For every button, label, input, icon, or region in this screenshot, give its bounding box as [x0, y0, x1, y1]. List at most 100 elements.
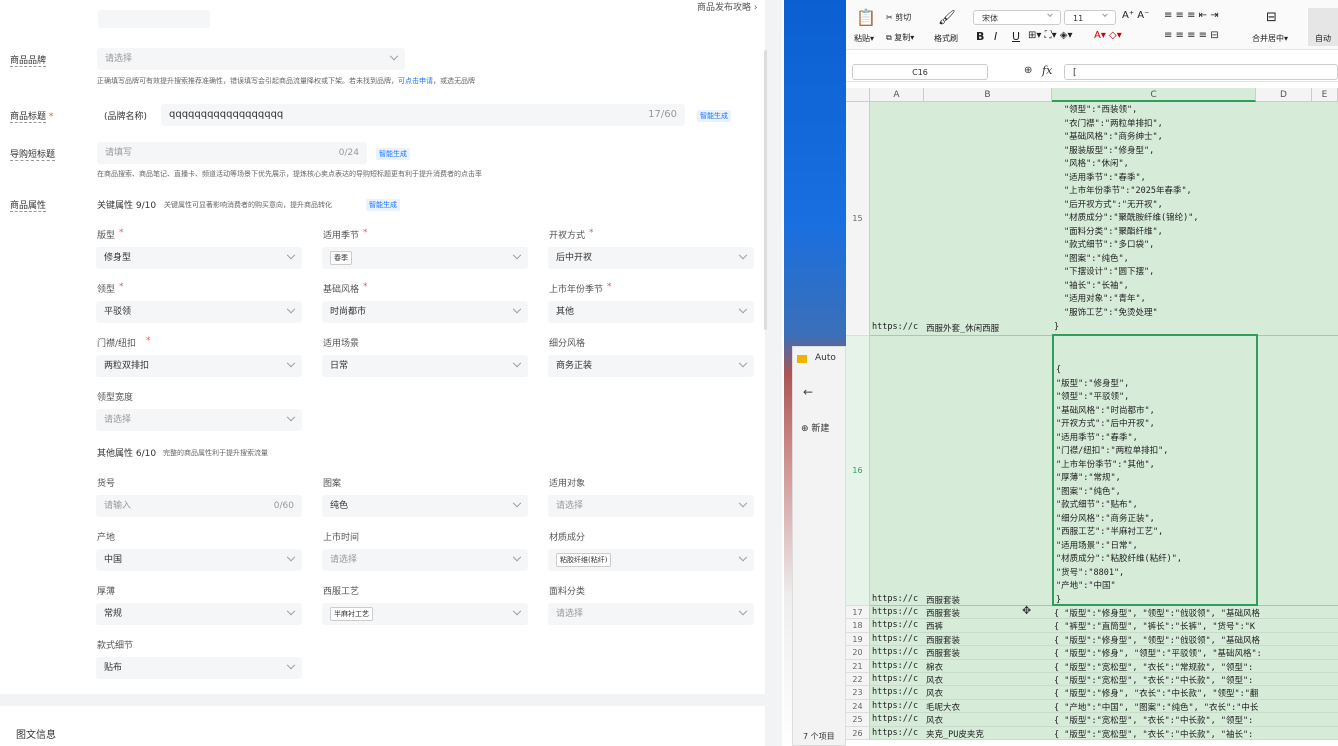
row-col-c[interactable]: { "版型":"宽松型", "衣长":"中长款", "袖长":	[1054, 728, 1338, 740]
row15-col-a[interactable]: https://c	[872, 322, 924, 332]
row15-col-c[interactable]: "领型":"西装领", "衣门襟":"两粒单排扣", "基础风格":"商务绅士", "…	[1064, 104, 1254, 320]
row-header-16[interactable]: 16	[846, 336, 870, 606]
field-input[interactable]: 请输入 0/60	[96, 495, 302, 517]
title-input[interactable]: qqqqqqqqqqqqqqqqqq 17/60	[161, 104, 685, 126]
row16-col-c[interactable]: {"版型":"修身型", "领型":"平驳领", "基础风格":"时尚都市", "开衩…	[1056, 364, 1254, 607]
row-col-a[interactable]: https://c	[872, 634, 924, 644]
formula-input[interactable]: [	[1064, 64, 1338, 80]
paste-button[interactable]: 粘贴▾	[854, 33, 874, 44]
field-select[interactable]: 日常	[322, 355, 528, 377]
col-header-e[interactable]: E	[1312, 88, 1338, 102]
col-header-a[interactable]: A	[870, 88, 924, 102]
field-select[interactable]: 常规	[96, 603, 302, 625]
border-icon[interactable]: ⊞▾ ⛶▾ ◈▾	[1028, 30, 1073, 41]
field-select[interactable]: 后中开衩	[548, 247, 754, 269]
field-select[interactable]: 中国	[96, 549, 302, 571]
row-col-c[interactable]: { "版型":"修身", "衣长":"中长款", "领型":"翻	[1054, 687, 1338, 699]
row-col-b[interactable]: 夹克_PU皮夹克	[926, 728, 1050, 740]
row-col-c[interactable]: { "版型":"宽松型", "衣长":"中长款", "领型":	[1054, 674, 1338, 686]
row-col-a[interactable]: https://c	[872, 620, 924, 630]
row-header[interactable]: 21	[846, 659, 870, 673]
row-col-c[interactable]: { "版型":"宽松型", "衣长":"中长款", "领型":	[1054, 714, 1338, 726]
field-select[interactable]: 请选择	[96, 409, 302, 431]
merge-icon[interactable]: ⊟	[1266, 10, 1277, 25]
row-header[interactable]: 18	[846, 619, 870, 633]
auto-wrap-button[interactable]: 自动	[1308, 8, 1338, 46]
row16-col-b[interactable]: 西服套装	[926, 594, 1050, 606]
row-col-a[interactable]: https://c	[872, 607, 924, 617]
copy-button[interactable]: ⧉ 复制▾	[886, 32, 914, 43]
format-painter-button[interactable]: 格式刷	[934, 33, 958, 44]
merge-center-button[interactable]: 合并居中▾	[1252, 33, 1288, 44]
row-col-c[interactable]: { "版型":"修身", "领型":"平驳领", "基础风格":	[1054, 647, 1338, 659]
row-col-a[interactable]: https://c	[872, 701, 924, 711]
row-header[interactable]: 23	[846, 686, 870, 700]
field-select[interactable]: 商务正装	[548, 355, 754, 377]
format-painter-icon[interactable]: 🖌	[938, 10, 956, 26]
row-header-15[interactable]: 15	[846, 102, 870, 336]
row-col-c[interactable]: { "产地":"中国", "图案":"纯色", "衣长":"中长	[1054, 701, 1338, 713]
bold-icon[interactable]: B	[976, 30, 984, 43]
publish-guide-link[interactable]: 商品发布攻略 ›	[697, 0, 757, 13]
row-col-c[interactable]: { "版型":"修身型", "领型":"戗驳领", "基础风格	[1054, 607, 1338, 619]
row-col-a[interactable]: https://c	[872, 714, 924, 724]
scrollbar[interactable]	[764, 50, 767, 330]
row-col-a[interactable]: https://c	[872, 661, 924, 671]
new-button[interactable]: ⊕ 新建	[801, 421, 829, 434]
align-icons[interactable]: ≡ ≡ ≡ ⇤ ⇥	[1164, 10, 1219, 21]
row-col-b[interactable]: 西服套装	[926, 607, 1050, 619]
cell-reference-box[interactable]: C16	[852, 64, 988, 80]
field-select[interactable]: 其他	[548, 301, 754, 323]
field-select[interactable]: 粘胶纤维(粘纤)	[548, 549, 754, 571]
row-header[interactable]: 22	[846, 673, 870, 687]
row-col-c[interactable]: { "裤型":"直筒型", "裤长":"长裤", "货号":"K	[1054, 620, 1338, 632]
row-col-c[interactable]: { "版型":"修身型", "领型":"戗驳领", "基础风格	[1054, 634, 1338, 646]
font-color-icon[interactable]: A▾ ◇▾	[1094, 30, 1122, 41]
row-header[interactable]: 17	[846, 606, 870, 620]
row-col-b[interactable]: 毛呢大衣	[926, 701, 1050, 713]
corner-cell[interactable]	[846, 88, 870, 102]
brand-select[interactable]: 请选择	[97, 48, 405, 70]
field-select[interactable]: 纯色	[322, 495, 528, 517]
partial-input[interactable]	[98, 10, 210, 28]
row-col-b[interactable]: 西服套装	[926, 634, 1050, 646]
row-col-c[interactable]: { "版型":"宽松型", "衣长":"常规款", "领型":	[1054, 661, 1338, 673]
font-grow-icon[interactable]: A⁺ A⁻	[1122, 10, 1149, 21]
apply-brand-link[interactable]: 点击申请	[405, 77, 433, 85]
col-header-b[interactable]: B	[924, 88, 1052, 102]
col-header-d[interactable]: D	[1256, 88, 1312, 102]
field-select[interactable]: 请选择	[548, 603, 754, 625]
field-select[interactable]: 修身型	[96, 247, 302, 269]
row-col-b[interactable]: 风衣	[926, 687, 1050, 699]
field-select[interactable]: 平驳领	[96, 301, 302, 323]
row-col-b[interactable]: 西服套装	[926, 647, 1050, 659]
row-header[interactable]: 20	[846, 646, 870, 660]
row-col-a[interactable]: https://c	[872, 728, 924, 738]
attrs-ai-generate-button[interactable]: 智能生成	[366, 199, 400, 211]
row16-col-a[interactable]: https://c	[872, 594, 924, 604]
back-arrow-icon[interactable]: ←	[803, 385, 813, 399]
zoom-icon[interactable]: ⊕	[1024, 65, 1032, 76]
field-select[interactable]: 两粒双排扣	[96, 355, 302, 377]
row15-col-b[interactable]: 西服外套_休闲西服	[926, 322, 1050, 334]
row-col-b[interactable]: 风衣	[926, 674, 1050, 686]
col-header-c[interactable]: C	[1052, 88, 1256, 102]
field-select[interactable]: 贴布	[96, 657, 302, 679]
field-select[interactable]: 春季	[322, 247, 528, 269]
field-select[interactable]: 请选择	[548, 495, 754, 517]
paste-icon[interactable]: 📋	[856, 8, 876, 27]
row-col-a[interactable]: https://c	[872, 674, 924, 684]
row-header[interactable]: 24	[846, 699, 870, 714]
row-col-b[interactable]: 风衣	[926, 714, 1050, 726]
guide-ai-generate-button[interactable]: 智能生成	[376, 148, 410, 160]
row-col-b[interactable]: 西裤	[926, 620, 1050, 632]
font-select[interactable]: 宋体	[973, 10, 1061, 25]
row-header[interactable]: 26	[846, 726, 870, 740]
field-select[interactable]: 请选择	[322, 549, 528, 571]
row-col-b[interactable]: 棉衣	[926, 661, 1050, 673]
row-header[interactable]: 25	[846, 713, 870, 727]
row-col-a[interactable]: https://c	[872, 647, 924, 657]
cut-button[interactable]: ✂ 剪切	[886, 12, 911, 23]
row-header[interactable]: 19	[846, 632, 870, 647]
title-ai-generate-button[interactable]: 智能生成	[697, 110, 731, 122]
